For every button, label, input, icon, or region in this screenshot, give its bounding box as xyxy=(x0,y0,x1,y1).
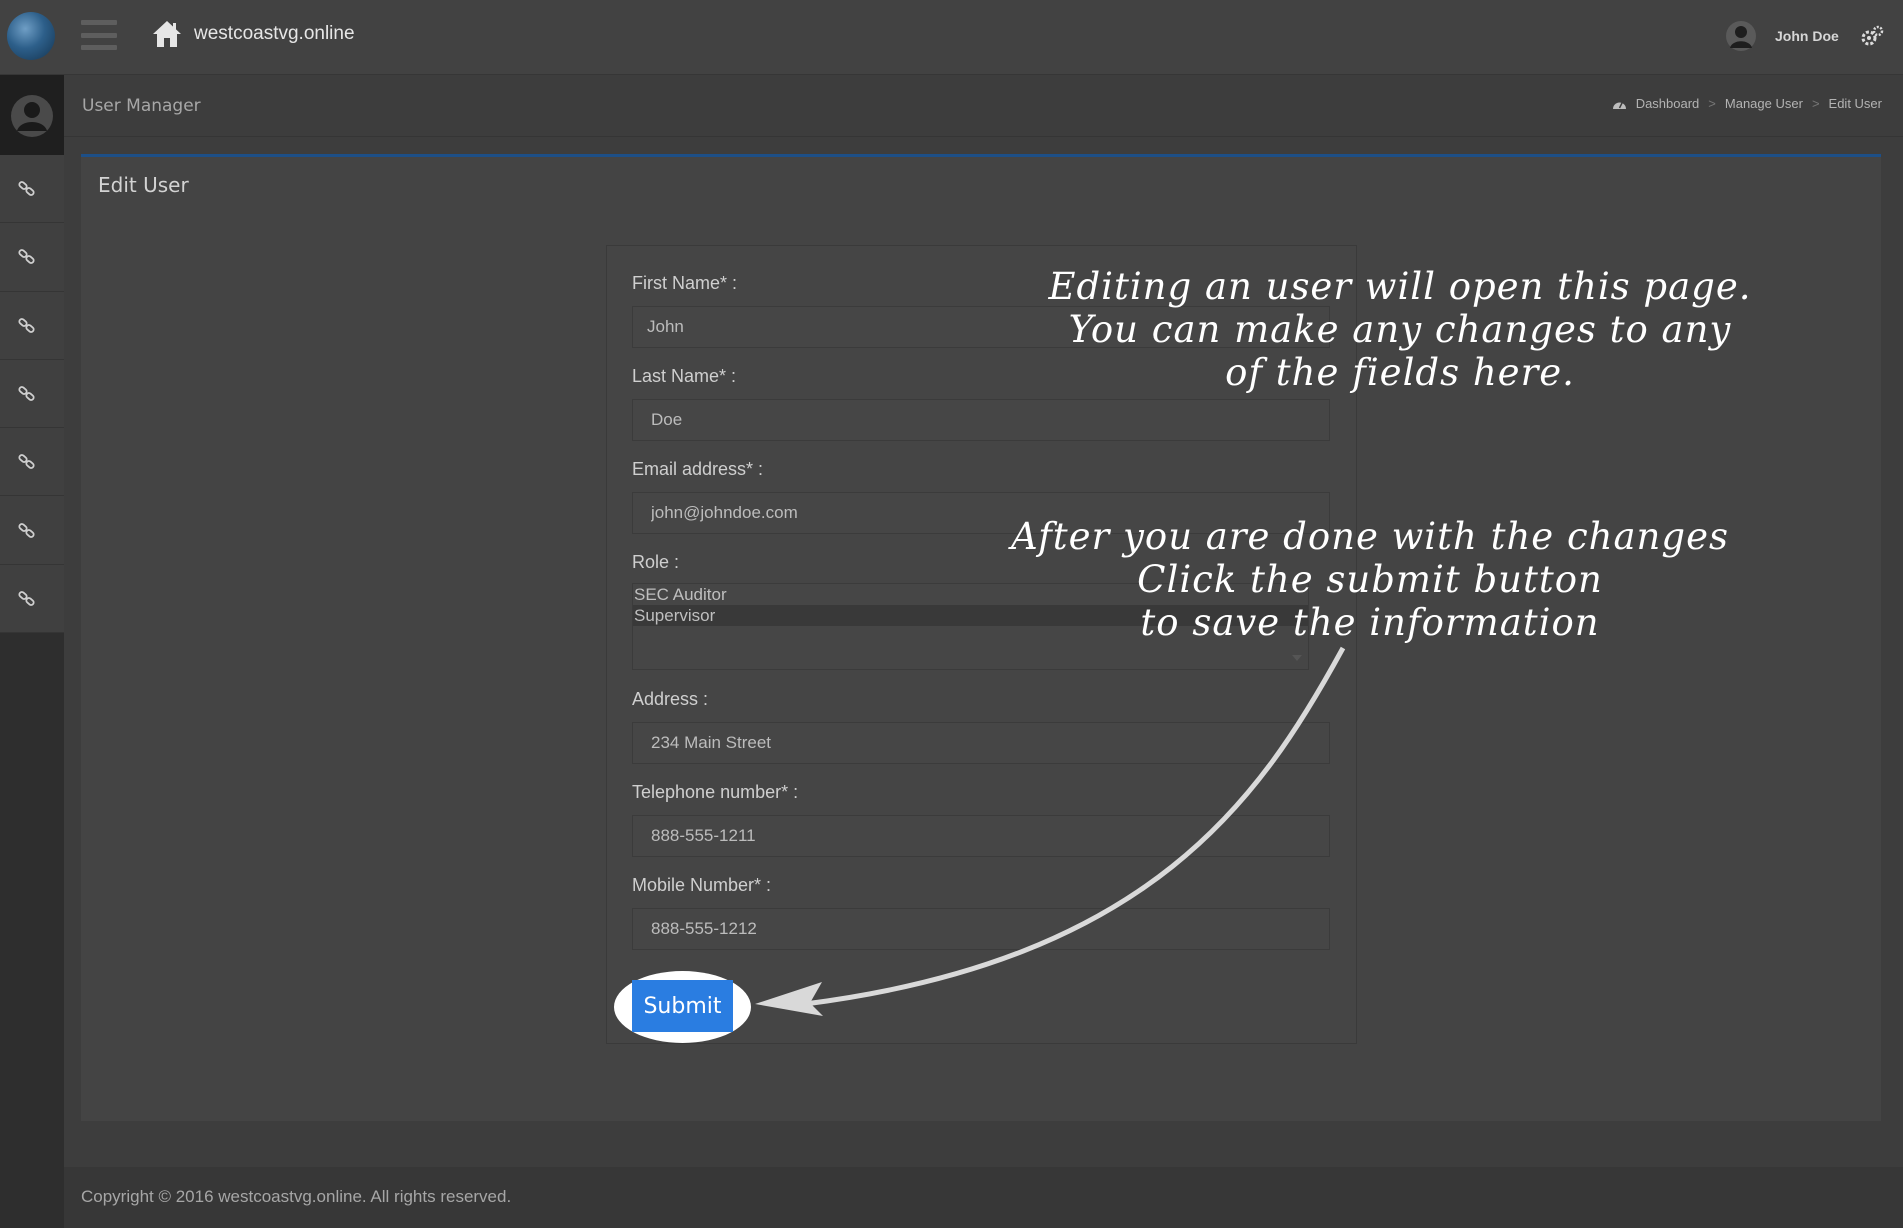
link-icon xyxy=(18,522,35,538)
telephone-label: Telephone number* : xyxy=(632,782,799,802)
sidebar-item-1[interactable] xyxy=(0,155,64,224)
dashboard-icon xyxy=(1612,101,1626,109)
annotation-line: of the fields here. xyxy=(1225,351,1575,394)
settings-icon[interactable] xyxy=(1860,25,1884,47)
sidebar-item-6[interactable] xyxy=(0,496,64,565)
mobile-label: Mobile Number* : xyxy=(632,875,772,895)
annotation-line: You can make any changes to any xyxy=(1068,308,1732,351)
email-label: Email address* : xyxy=(632,459,764,479)
address-input[interactable] xyxy=(632,722,1330,764)
sidebar-item-4[interactable] xyxy=(0,360,64,429)
annotation-line: to save the information xyxy=(1140,601,1600,644)
link-icon xyxy=(18,454,35,470)
chevron-down-icon[interactable] xyxy=(1292,655,1302,661)
user-avatar-icon[interactable] xyxy=(1726,21,1756,51)
breadcrumb-manage-user[interactable]: Manage User xyxy=(1725,96,1803,111)
sidebar-item-7[interactable] xyxy=(0,565,64,634)
telephone-group: Telephone number* : xyxy=(632,782,1332,857)
last-name-input[interactable] xyxy=(632,399,1330,441)
box-title: Edit User xyxy=(98,173,189,197)
footer: Copyright © 2016 westcoastvg.online. All… xyxy=(64,1167,1903,1228)
page-title: User Manager xyxy=(82,96,201,116)
user-name[interactable]: John Doe xyxy=(1775,28,1839,44)
profile-avatar-icon xyxy=(11,95,53,137)
link-icon xyxy=(18,591,35,606)
annotation-line: After you are done with the changes xyxy=(1011,515,1729,558)
address-label: Address : xyxy=(632,689,709,709)
home-icon[interactable] xyxy=(151,18,183,50)
copyright-text: Copyright © 2016 westcoastvg.online. All… xyxy=(81,1187,512,1206)
link-icon xyxy=(18,181,35,197)
link-icon xyxy=(18,317,35,333)
page-header: User Manager Dashboard > Manage User > E… xyxy=(64,75,1903,137)
sidebar-item-3[interactable] xyxy=(0,292,64,360)
sidebar xyxy=(0,75,64,1228)
annotation-submit-note: After you are done with the changes Clic… xyxy=(1010,515,1730,644)
hamburger-menu-icon[interactable] xyxy=(81,20,117,50)
link-icon xyxy=(18,386,35,401)
breadcrumb-dashboard[interactable]: Dashboard xyxy=(1636,96,1700,111)
breadcrumb-current: Edit User xyxy=(1828,96,1882,111)
sidebar-item-5[interactable] xyxy=(0,428,64,497)
sidebar-nav xyxy=(0,155,64,634)
annotation-line: Editing an user will open this page. xyxy=(1048,265,1752,308)
breadcrumb: Dashboard > Manage User > Edit User xyxy=(1612,96,1882,111)
breadcrumb-separator: > xyxy=(1708,96,1716,111)
link-icon xyxy=(18,249,35,265)
mobile-input[interactable] xyxy=(632,908,1330,950)
annotation-line: Click the submit button xyxy=(1137,558,1603,601)
site-name[interactable]: westcoastvg.online xyxy=(194,23,355,45)
globe-logo-icon[interactable] xyxy=(7,12,55,60)
submit-button[interactable]: Submit xyxy=(632,980,733,1032)
top-navbar: westcoastvg.online John Doe xyxy=(0,0,1903,75)
breadcrumb-separator: > xyxy=(1811,96,1820,111)
sidebar-item-2[interactable] xyxy=(0,223,64,292)
address-group: Address : xyxy=(632,689,1332,764)
mobile-group: Mobile Number* : xyxy=(632,875,1332,950)
annotation-edit-note: Editing an user will open this page. You… xyxy=(1040,265,1760,394)
sidebar-profile[interactable] xyxy=(0,75,64,155)
telephone-input[interactable] xyxy=(632,815,1330,857)
